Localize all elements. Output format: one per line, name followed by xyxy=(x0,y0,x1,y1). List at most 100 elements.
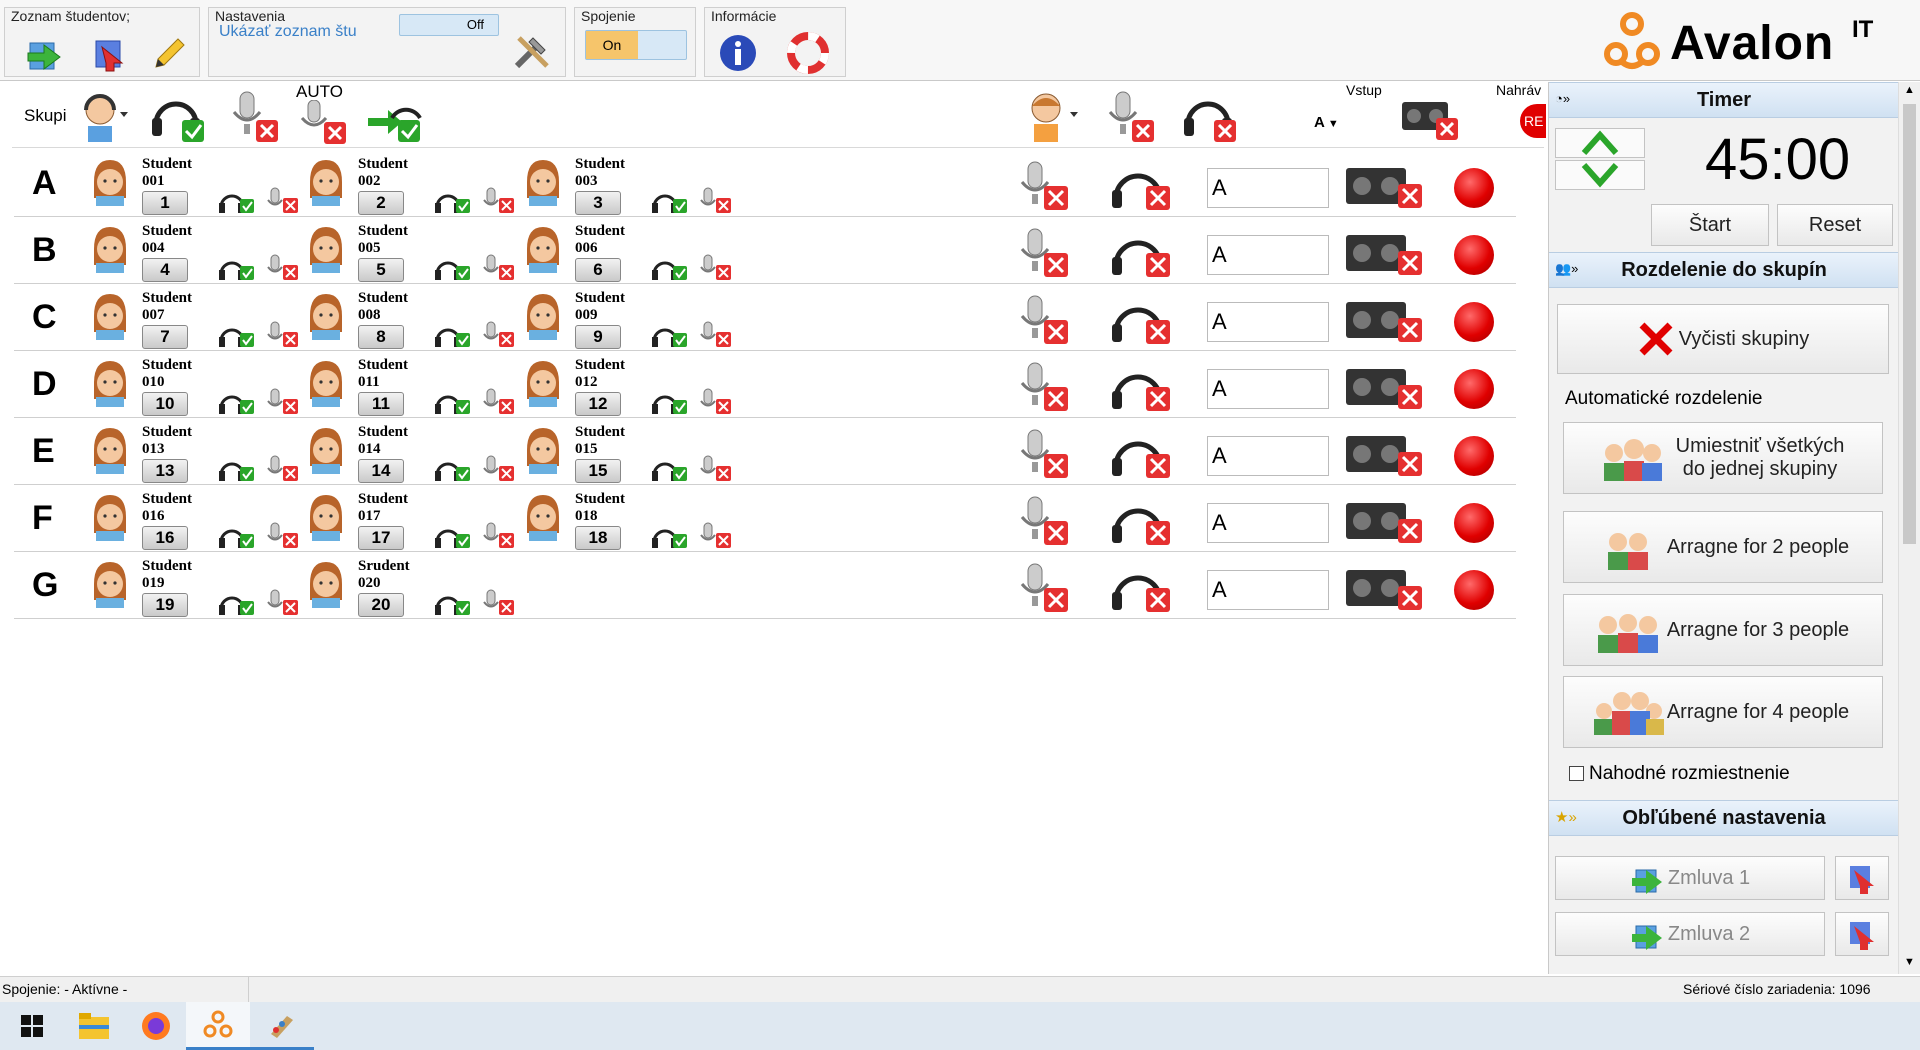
favorite-2-load-button[interactable]: Zmluva 2 xyxy=(1555,912,1825,956)
student-headphones-toggle[interactable] xyxy=(434,522,474,550)
group-record-button[interactable] xyxy=(1454,570,1494,610)
student-headphones-toggle[interactable] xyxy=(651,522,691,550)
student-mic-toggle[interactable] xyxy=(479,187,519,215)
student-headphones-toggle[interactable] xyxy=(651,254,691,282)
student-card[interactable]: Student 018 18 xyxy=(521,487,736,551)
taskbar-avalon[interactable] xyxy=(186,1002,250,1050)
student-card[interactable]: Student 014 14 xyxy=(304,420,519,484)
student-mic-toggle[interactable] xyxy=(263,522,303,550)
student-card[interactable]: Student 011 11 xyxy=(304,353,519,417)
teacher-mic-off-button[interactable] xyxy=(1098,88,1158,144)
all-recorder-off-button[interactable] xyxy=(1400,92,1464,142)
group-headphones-toggle[interactable] xyxy=(1110,294,1174,349)
group-recorder-toggle[interactable] xyxy=(1344,428,1426,483)
student-card[interactable]: Student 004 4 xyxy=(88,219,303,283)
timer-up-button[interactable] xyxy=(1555,128,1645,158)
record-all-button[interactable]: RE xyxy=(1520,104,1546,138)
student-mic-toggle[interactable] xyxy=(479,522,519,550)
student-headphones-toggle[interactable] xyxy=(218,187,258,215)
all-headphones-on-button[interactable] xyxy=(148,88,208,144)
scroll-up-icon[interactable]: ▲ xyxy=(1904,84,1915,96)
timer-down-button[interactable] xyxy=(1555,160,1645,190)
student-mic-toggle[interactable] xyxy=(696,522,736,550)
all-mic-off-button[interactable] xyxy=(222,88,282,144)
group-headphones-toggle[interactable] xyxy=(1110,227,1174,282)
group-mic-toggle[interactable] xyxy=(1014,495,1072,550)
timer-start-button[interactable]: Štart xyxy=(1651,204,1769,246)
group-record-button[interactable] xyxy=(1454,369,1494,409)
group-recorder-toggle[interactable] xyxy=(1344,160,1426,215)
group-recorder-toggle[interactable] xyxy=(1344,562,1426,617)
student-mic-toggle[interactable] xyxy=(263,589,303,617)
student-mic-toggle[interactable] xyxy=(263,455,303,483)
student-card[interactable]: Student 009 9 xyxy=(521,286,736,350)
random-checkbox[interactable] xyxy=(1569,766,1584,781)
student-mic-toggle[interactable] xyxy=(696,321,736,349)
favorites-header[interactable]: ★» Obľúbené nastavenia xyxy=(1549,800,1899,836)
student-card[interactable]: Student 005 5 xyxy=(304,219,519,283)
student-headphones-toggle[interactable] xyxy=(434,388,474,416)
group-headphones-toggle[interactable] xyxy=(1110,160,1174,215)
student-headphones-toggle[interactable] xyxy=(651,321,691,349)
taskbar-file-explorer[interactable] xyxy=(62,1002,126,1050)
student-headphones-toggle[interactable] xyxy=(434,187,474,215)
connection-toggle[interactable]: On xyxy=(585,30,687,60)
student-headphones-toggle[interactable] xyxy=(218,589,258,617)
help-button[interactable] xyxy=(783,28,833,78)
arrange-4-button[interactable]: Arragne for 4 people xyxy=(1563,676,1883,748)
favorite-1-load-button[interactable]: Zmluva 1 xyxy=(1555,856,1825,900)
group-headphones-toggle[interactable] xyxy=(1110,428,1174,483)
group-headphones-toggle[interactable] xyxy=(1110,495,1174,550)
student-mic-toggle[interactable] xyxy=(263,388,303,416)
student-headphones-toggle[interactable] xyxy=(434,589,474,617)
group-record-button[interactable] xyxy=(1454,168,1494,208)
taskbar-paint[interactable] xyxy=(250,1002,314,1050)
student-mic-toggle[interactable] xyxy=(263,321,303,349)
group-recorder-toggle[interactable] xyxy=(1344,227,1426,282)
scroll-down-icon[interactable]: ▼ xyxy=(1904,956,1915,968)
group-headphones-toggle[interactable] xyxy=(1110,562,1174,617)
student-headphones-toggle[interactable] xyxy=(218,455,258,483)
favorite-1-save-button[interactable] xyxy=(1835,856,1889,900)
timer-reset-button[interactable]: Reset xyxy=(1777,204,1893,246)
student-card[interactable]: Student 015 15 xyxy=(521,420,736,484)
group-input-field[interactable]: A xyxy=(1207,503,1329,543)
student-mic-toggle[interactable] xyxy=(479,321,519,349)
arrange-2-button[interactable]: Arragne for 2 people xyxy=(1563,511,1883,583)
student-mic-toggle[interactable] xyxy=(479,455,519,483)
edit-students-button[interactable] xyxy=(143,28,193,78)
student-headphones-toggle[interactable] xyxy=(651,388,691,416)
show-students-list-link[interactable]: Ukázať zoznam štu xyxy=(219,23,357,41)
student-card[interactable]: Student 010 10 xyxy=(88,353,303,417)
student-mic-toggle[interactable] xyxy=(696,187,736,215)
arrange-3-button[interactable]: Arragne for 3 people xyxy=(1563,594,1883,666)
student-card[interactable]: Srudent 020 20 xyxy=(304,554,519,618)
student-mic-toggle[interactable] xyxy=(479,254,519,282)
student-mic-toggle[interactable] xyxy=(479,589,519,617)
student-headphones-toggle[interactable] xyxy=(218,522,258,550)
pair-talk-button[interactable] xyxy=(362,88,426,144)
student-card[interactable]: Student 006 6 xyxy=(521,219,736,283)
student-mic-toggle[interactable] xyxy=(479,388,519,416)
taskbar-firefox[interactable] xyxy=(124,1002,188,1050)
info-button[interactable] xyxy=(713,28,763,78)
group-mic-toggle[interactable] xyxy=(1014,227,1072,282)
group-record-button[interactable] xyxy=(1454,235,1494,275)
group-record-button[interactable] xyxy=(1454,436,1494,476)
teacher-select-button[interactable] xyxy=(76,88,132,144)
teacher-student-select-button[interactable] xyxy=(1022,88,1082,144)
student-card[interactable]: Student 007 7 xyxy=(88,286,303,350)
clear-groups-button[interactable]: Vyčisti skupiny xyxy=(1557,304,1889,374)
favorite-2-save-button[interactable] xyxy=(1835,912,1889,956)
group-input-field[interactable]: A xyxy=(1207,235,1329,275)
student-card[interactable]: Student 013 13 xyxy=(88,420,303,484)
scrollbar-thumb[interactable] xyxy=(1903,104,1916,544)
group-input-field[interactable]: A xyxy=(1207,369,1329,409)
group-headphones-toggle[interactable] xyxy=(1110,361,1174,416)
student-headphones-toggle[interactable] xyxy=(651,455,691,483)
student-headphones-toggle[interactable] xyxy=(218,321,258,349)
all-to-one-group-button[interactable]: Umiestniť všetkých do jednej skupiny xyxy=(1563,422,1883,494)
settings-toggle[interactable]: Off xyxy=(399,14,499,36)
windows-start-button[interactable] xyxy=(0,1002,64,1050)
student-card[interactable]: Student 019 19 xyxy=(88,554,303,618)
